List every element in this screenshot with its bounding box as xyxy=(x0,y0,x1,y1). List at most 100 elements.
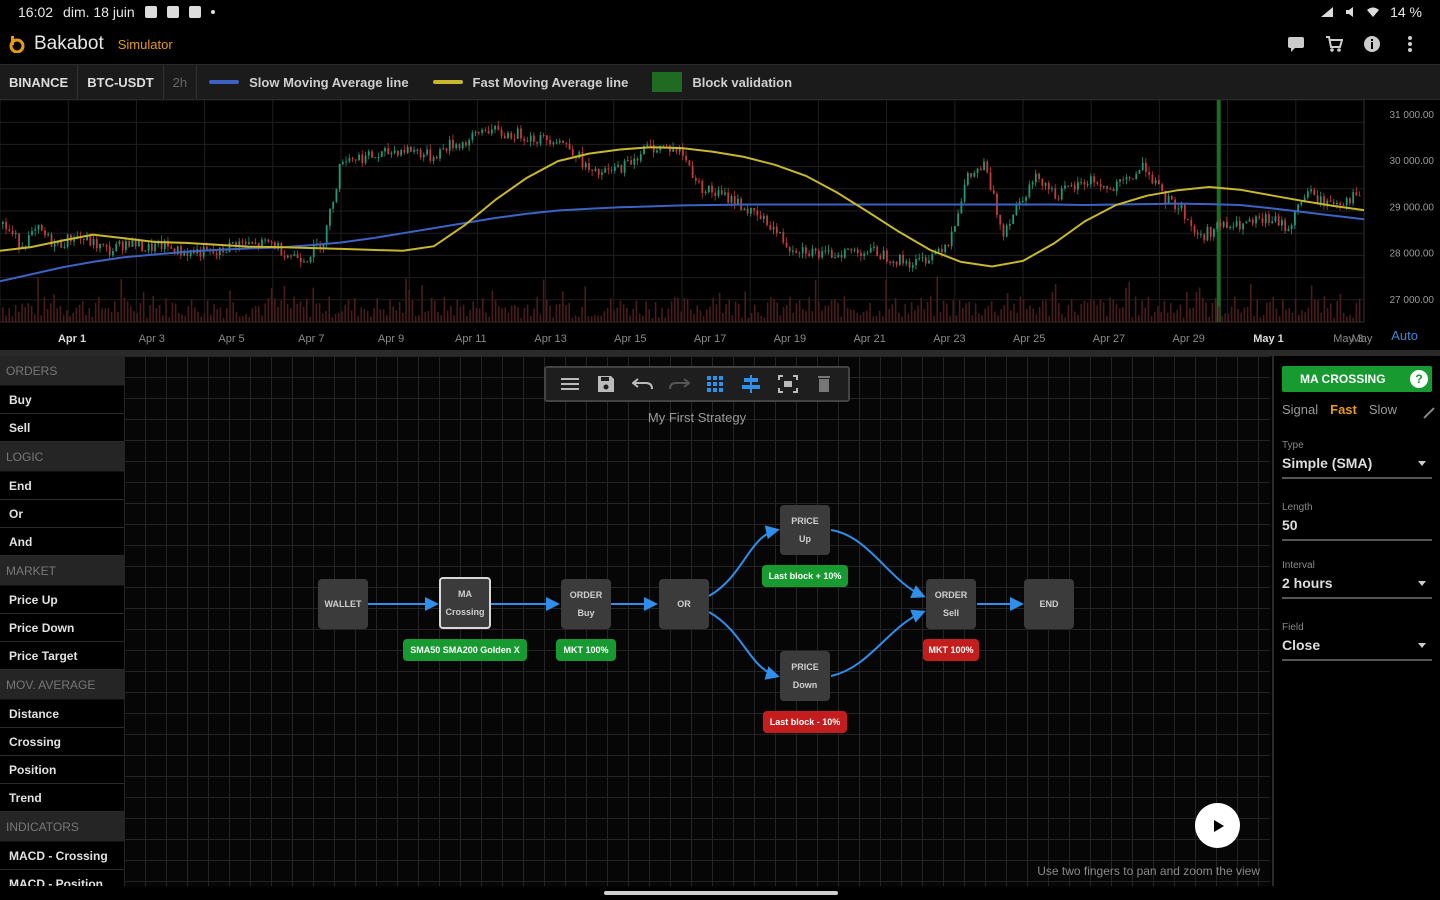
volume-bar xyxy=(261,315,263,322)
field-field[interactable]: Field Close xyxy=(1282,622,1432,661)
gesture-home-bar[interactable] xyxy=(604,891,838,895)
interval-selector[interactable]: 2h xyxy=(164,65,198,99)
sidebar-item-buy[interactable]: Buy xyxy=(0,386,124,414)
candle-body xyxy=(856,249,859,254)
field-length[interactable]: Length 50 xyxy=(1282,502,1432,541)
volume-bar xyxy=(958,300,961,322)
price-chart[interactable]: 31 000.00 30 000.00 29 000.00 28 000.00 27 0… xyxy=(0,100,1440,350)
field-interval-value[interactable]: 2 hours xyxy=(1282,571,1432,597)
candle-body xyxy=(1112,188,1115,192)
tag-order-buy[interactable]: MKT 100% xyxy=(556,639,616,661)
sidebar-item-position[interactable]: Position xyxy=(0,756,124,784)
node-order-buy[interactable]: ORDER Buy xyxy=(561,579,611,629)
node-order-sell[interactable]: ORDER Sell xyxy=(926,579,976,629)
strategy-canvas[interactable]: My First Strategy WALLET MA Crossing SMA… xyxy=(124,356,1270,886)
info-icon[interactable] xyxy=(1362,34,1382,54)
candle-body xyxy=(390,152,393,155)
tag-price-up[interactable]: Last block + 10% xyxy=(762,565,848,587)
volume-bar xyxy=(1090,299,1092,322)
edit-icon[interactable] xyxy=(1423,407,1435,419)
volume-bar xyxy=(539,314,542,322)
volume-bar xyxy=(718,292,721,322)
candle-body xyxy=(814,248,817,251)
volume-bar xyxy=(85,315,87,322)
volume-bar xyxy=(722,312,724,322)
volume-bar xyxy=(21,303,23,322)
candle-body xyxy=(47,234,50,236)
volume-bar xyxy=(1061,313,1063,322)
volume-bar xyxy=(1253,316,1255,322)
tag-price-down[interactable]: Last block - 10% xyxy=(763,711,847,733)
volume-bar xyxy=(744,291,746,322)
candle-body xyxy=(1349,198,1351,204)
sidebar-item-crossing[interactable]: Crossing xyxy=(0,728,124,756)
candle-body xyxy=(1077,182,1079,190)
candle-body xyxy=(992,189,995,194)
tag-order-sell[interactable]: MKT 100% xyxy=(923,639,979,661)
volume-bar xyxy=(1096,305,1098,322)
help-button[interactable]: ? xyxy=(1410,370,1428,388)
volume-bar xyxy=(1054,283,1057,322)
candle-body xyxy=(27,234,30,247)
sidebar-item-sell[interactable]: Sell xyxy=(0,414,124,442)
field-length-value[interactable]: 50 xyxy=(1282,513,1432,539)
node-price-up[interactable]: PRICE Up xyxy=(780,505,830,555)
node-wallet[interactable]: WALLET xyxy=(318,579,368,629)
sidebar-item-end[interactable]: End xyxy=(0,472,124,500)
sidebar-item-price-up[interactable]: Price Up xyxy=(0,586,124,614)
undo-icon[interactable] xyxy=(631,372,655,396)
exchange-selector[interactable]: BINANCE xyxy=(0,65,79,99)
more-vert-icon[interactable] xyxy=(1400,34,1420,54)
node-end[interactable]: END xyxy=(1024,579,1074,629)
fit-screen-icon[interactable] xyxy=(776,372,800,396)
tab-fast[interactable]: Fast xyxy=(1330,402,1357,417)
candle-body xyxy=(474,132,477,134)
chart-auto-scale[interactable]: Auto xyxy=(1391,328,1418,343)
candle-body xyxy=(591,169,594,171)
candle-body xyxy=(970,173,972,177)
sidebar-item-distance[interactable]: Distance xyxy=(0,700,124,728)
redo-icon[interactable] xyxy=(667,372,691,396)
field-type-value[interactable]: Simple (SMA) xyxy=(1282,451,1432,477)
strategy-name[interactable]: My First Strategy xyxy=(544,410,850,425)
sidebar-item-price-down[interactable]: Price Down xyxy=(0,614,124,642)
sidebar-item-macd-position[interactable]: MACD - Position xyxy=(0,870,124,886)
volume-bar xyxy=(370,316,372,322)
sidebar-item-and[interactable]: And xyxy=(0,528,124,556)
volume-bar xyxy=(1310,285,1313,322)
grid-icon[interactable] xyxy=(703,372,727,396)
field-type[interactable]: Type Simple (SMA) xyxy=(1282,440,1432,479)
chat-icon[interactable] xyxy=(1286,34,1306,54)
sidebar-item-price-target[interactable]: Price Target xyxy=(0,642,124,670)
volume-bar xyxy=(702,315,705,322)
volume-bar xyxy=(200,316,202,322)
pair-selector[interactable]: BTC-USDT xyxy=(78,65,164,99)
list-icon[interactable] xyxy=(558,372,582,396)
sidebar-item-trend[interactable]: Trend xyxy=(0,784,124,812)
sidebar-item-or[interactable]: Or xyxy=(0,500,124,528)
candle-body xyxy=(947,244,950,247)
candle-body xyxy=(818,250,820,258)
align-icon[interactable] xyxy=(739,372,763,396)
save-icon[interactable] xyxy=(594,372,618,396)
node-price-down[interactable]: PRICE Down xyxy=(780,651,830,701)
delete-icon[interactable] xyxy=(812,372,836,396)
node-or[interactable]: OR xyxy=(659,579,709,629)
tab-signal[interactable]: Signal xyxy=(1282,402,1318,417)
volume-bar xyxy=(782,306,785,322)
node-ma-crossing[interactable]: MA Crossing xyxy=(439,577,491,629)
tag-ma-crossing[interactable]: SMA50 SMA200 Golden X xyxy=(403,639,527,661)
field-field-value[interactable]: Close xyxy=(1282,633,1432,659)
volume-bar xyxy=(1288,307,1290,322)
volume-bar xyxy=(1160,311,1162,322)
play-button[interactable] xyxy=(1195,803,1240,848)
field-interval[interactable]: Interval 2 hours xyxy=(1282,560,1432,599)
candle-body xyxy=(1109,188,1112,190)
candle-body xyxy=(1193,226,1196,233)
volume-bar xyxy=(680,311,682,322)
candle-body xyxy=(400,149,403,156)
tab-slow[interactable]: Slow xyxy=(1369,402,1397,417)
volume-bar xyxy=(421,285,423,322)
cart-icon[interactable] xyxy=(1324,34,1344,54)
sidebar-item-macd-crossing[interactable]: MACD - Crossing xyxy=(0,842,124,870)
